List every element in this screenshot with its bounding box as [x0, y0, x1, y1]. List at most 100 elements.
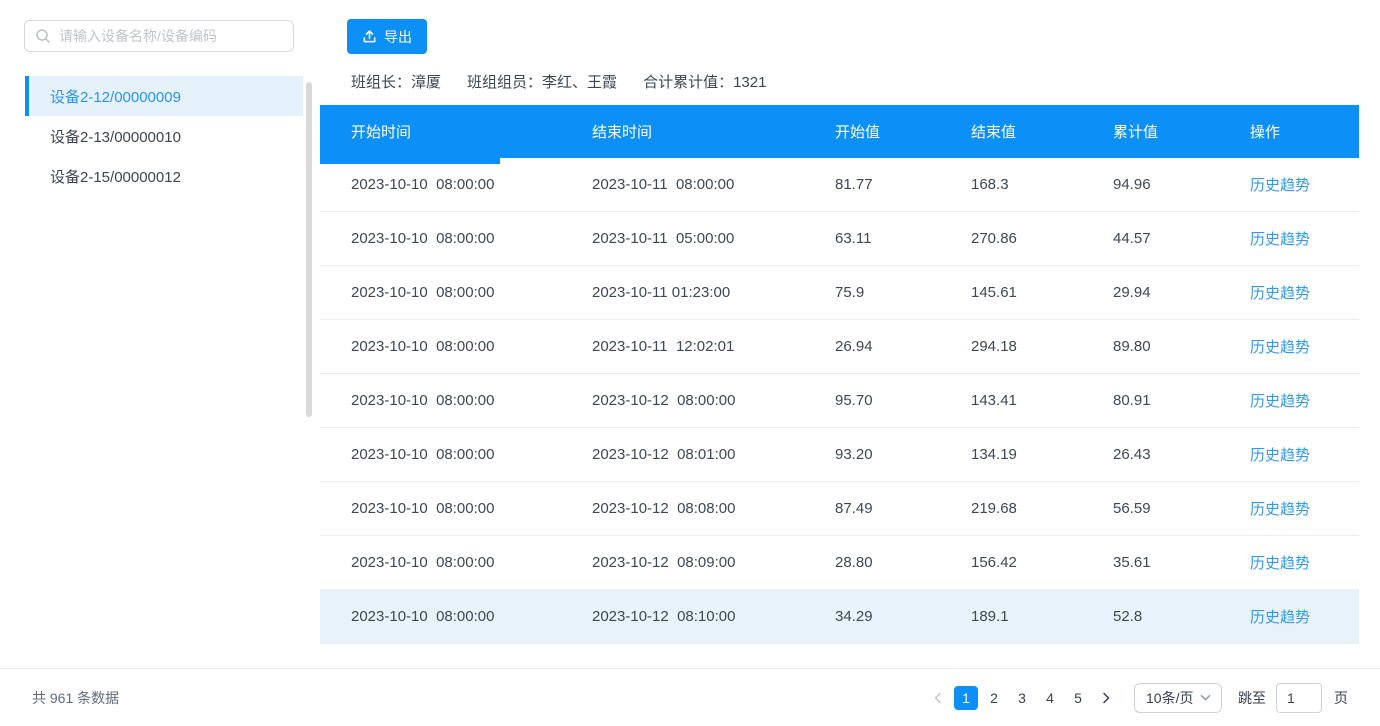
total-accumulated-label: 合计累计值：: [643, 74, 733, 91]
cell-action: 历史趋势: [1250, 444, 1359, 465]
table-row: 2023-10-10 08:00:002023-10-11 05:00:0063…: [320, 212, 1359, 266]
history-trend-link[interactable]: 历史趋势: [1250, 231, 1310, 248]
history-trend-link[interactable]: 历史趋势: [1250, 393, 1310, 410]
history-trend-link[interactable]: 历史趋势: [1250, 555, 1310, 572]
table-row: 2023-10-10 08:00:002023-10-12 08:01:0093…: [320, 428, 1359, 482]
cell-end-time: 2023-10-12 08:09:00: [592, 554, 835, 571]
cell-end-value: 189.1: [971, 608, 1113, 625]
total-count-text: 共 961 条数据: [32, 688, 119, 708]
next-page-button[interactable]: [1094, 686, 1118, 710]
cell-start-value: 28.80: [835, 554, 971, 571]
team-members-value: 李红、王霞: [542, 74, 617, 91]
team-leader-value: 漳厦: [411, 74, 441, 91]
cell-end-value: 134.19: [971, 446, 1113, 463]
prev-page-button[interactable]: [926, 686, 950, 710]
cell-total: 94.96: [1113, 176, 1250, 193]
cell-end-value: 294.18: [971, 338, 1113, 355]
device-search-input[interactable]: [59, 28, 283, 44]
table-row: 2023-10-10 08:00:002023-10-12 08:08:0087…: [320, 482, 1359, 536]
cell-end-value: 270.86: [971, 230, 1113, 247]
team-info-row: 班组长：漳厦 班组组员：李红、王霞 合计累计值：1321: [351, 71, 766, 92]
page-button-3[interactable]: 3: [1010, 686, 1034, 710]
history-trend-link[interactable]: 历史趋势: [1250, 447, 1310, 464]
export-button-label: 导出: [384, 27, 412, 47]
total-accumulated-info: 合计累计值：1321: [643, 71, 766, 92]
sidebar: 设备2-12/00000009 设备2-13/00000010 设备2-15/000…: [0, 0, 320, 668]
cell-total: 44.57: [1113, 230, 1250, 247]
footer-bar: 共 961 条数据 12345 10条/页 跳至 页: [0, 668, 1380, 726]
cell-end-time: 2023-10-11 08:00:00: [592, 176, 835, 193]
cell-action: 历史趋势: [1250, 228, 1359, 249]
cell-start-value: 93.20: [835, 446, 971, 463]
cell-start-time: 2023-10-10 08:00:00: [320, 392, 592, 409]
sidebar-device-item[interactable]: 设备2-13/00000010: [25, 116, 303, 156]
cell-action: 历史趋势: [1250, 174, 1359, 195]
export-button[interactable]: 导出: [347, 19, 427, 54]
history-trend-link[interactable]: 历史趋势: [1250, 339, 1310, 356]
cell-end-value: 219.68: [971, 500, 1113, 517]
cell-start-time: 2023-10-10 08:00:00: [320, 284, 592, 301]
history-trend-link[interactable]: 历史趋势: [1250, 501, 1310, 518]
cell-end-value: 156.42: [971, 554, 1113, 571]
team-leader-info: 班组长：漳厦: [351, 71, 441, 92]
cell-total: 52.8: [1113, 608, 1250, 625]
cell-start-value: 75.9: [835, 284, 971, 301]
cell-total: 56.59: [1113, 500, 1250, 517]
cell-start-value: 63.11: [835, 230, 971, 247]
cell-action: 历史趋势: [1250, 336, 1359, 357]
cell-start-time: 2023-10-10 08:00:00: [320, 176, 592, 193]
page-button-1[interactable]: 1: [954, 686, 978, 710]
cell-total: 80.91: [1113, 392, 1250, 409]
table-header-row: 开始时间结束时间开始值结束值累计值操作: [320, 105, 1359, 158]
device-list: 设备2-12/00000009 设备2-13/00000010 设备2-15/000…: [25, 76, 303, 196]
column-header: 结束值: [971, 121, 1113, 142]
sidebar-device-item[interactable]: 设备2-12/00000009: [25, 76, 303, 116]
cell-end-time: 2023-10-12 08:08:00: [592, 500, 835, 517]
history-trend-link[interactable]: 历史趋势: [1250, 177, 1310, 194]
sidebar-scrollbar-thumb[interactable]: [306, 82, 312, 417]
cell-action: 历史趋势: [1250, 498, 1359, 519]
cell-total: 35.61: [1113, 554, 1250, 571]
history-trend-link[interactable]: 历史趋势: [1250, 285, 1310, 302]
table-row: 2023-10-10 08:00:002023-10-11 08:00:0081…: [320, 158, 1359, 212]
pagination: 12345 10条/页 跳至 页: [924, 683, 1348, 713]
upload-icon: [362, 29, 377, 44]
table-header-notch: [320, 158, 500, 164]
table-row: 2023-10-10 08:00:002023-10-11 01:23:0075…: [320, 266, 1359, 320]
cell-start-time: 2023-10-10 08:00:00: [320, 554, 592, 571]
cell-start-time: 2023-10-10 08:00:00: [320, 338, 592, 355]
table-row: 2023-10-10 08:00:002023-10-12 08:10:0034…: [320, 590, 1359, 644]
device-label: 设备2-13/00000010: [50, 126, 181, 147]
cell-total: 89.80: [1113, 338, 1250, 355]
table-body: 2023-10-10 08:00:002023-10-11 08:00:0081…: [320, 158, 1359, 644]
jump-suffix-label: 页: [1334, 688, 1348, 708]
cell-end-value: 143.41: [971, 392, 1113, 409]
cell-start-time: 2023-10-10 08:00:00: [320, 230, 592, 247]
app-root: 设备2-12/00000009 设备2-13/00000010 设备2-15/000…: [0, 0, 1380, 726]
cell-start-time: 2023-10-10 08:00:00: [320, 608, 592, 625]
data-table: 开始时间结束时间开始值结束值累计值操作 2023-10-10 08:00:002…: [320, 105, 1359, 644]
history-trend-link[interactable]: 历史趋势: [1250, 609, 1310, 626]
cell-start-value: 26.94: [835, 338, 971, 355]
cell-action: 历史趋势: [1250, 282, 1359, 303]
page-size-select[interactable]: 10条/页: [1134, 683, 1222, 713]
cell-total: 26.43: [1113, 446, 1250, 463]
chevron-left-icon: [932, 692, 944, 704]
cell-action: 历史趋势: [1250, 552, 1359, 573]
sidebar-device-item[interactable]: 设备2-15/00000012: [25, 156, 303, 196]
cell-end-time: 2023-10-11 05:00:00: [592, 230, 835, 247]
column-header: 开始时间: [320, 121, 592, 142]
page-button-5[interactable]: 5: [1066, 686, 1090, 710]
jump-page-input[interactable]: [1276, 683, 1322, 713]
page-button-4[interactable]: 4: [1038, 686, 1062, 710]
page-button-2[interactable]: 2: [982, 686, 1006, 710]
total-accumulated-value: 1321: [733, 74, 766, 91]
cell-start-value: 95.70: [835, 392, 971, 409]
search-icon: [35, 28, 51, 44]
cell-start-value: 87.49: [835, 500, 971, 517]
table-row: 2023-10-10 08:00:002023-10-12 08:00:0095…: [320, 374, 1359, 428]
cell-total: 29.94: [1113, 284, 1250, 301]
cell-start-time: 2023-10-10 08:00:00: [320, 500, 592, 517]
cell-end-value: 168.3: [971, 176, 1113, 193]
cell-end-time: 2023-10-11 01:23:00: [592, 284, 835, 301]
